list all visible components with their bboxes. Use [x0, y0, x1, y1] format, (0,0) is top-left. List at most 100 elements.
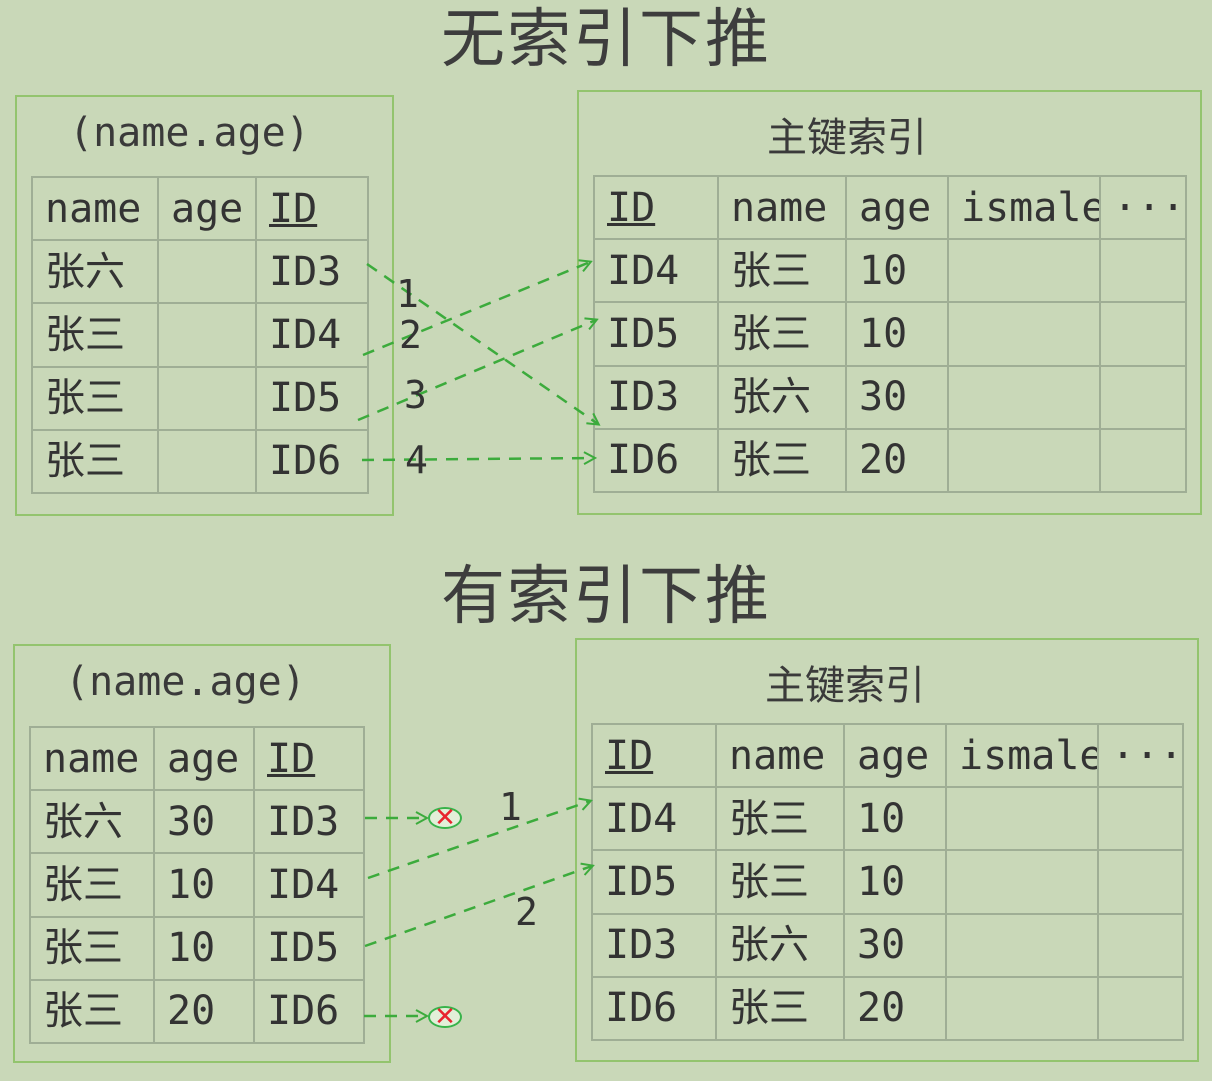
bottom-arrow-label-2: 2	[515, 890, 538, 934]
cell-more	[1099, 301, 1187, 367]
table-header-row: name age ID	[31, 175, 369, 242]
table-row: 张三 ID4	[31, 302, 369, 368]
rejected-crossed-circle-icon: ✕	[428, 803, 462, 833]
cell-age: 10	[845, 301, 949, 367]
column-header-name: name	[31, 175, 159, 242]
cell-ismale	[945, 786, 1099, 852]
bottom-primary-key-title: 主键索引	[765, 663, 925, 709]
table-row: 张六 30 ID3	[29, 789, 365, 855]
table-row: ID3 张六 30	[593, 364, 1187, 430]
table-row: 张三 20 ID6	[29, 978, 365, 1045]
cell-name: 张三	[717, 238, 847, 304]
cell-age: 30	[153, 789, 255, 855]
cell-more	[1099, 364, 1187, 430]
cell-age: 20	[843, 975, 947, 1042]
cell-age: 20	[153, 978, 255, 1045]
table-row: 张三 ID5	[31, 365, 369, 431]
bottom-arrow-label-1: 1	[499, 785, 522, 829]
cell-id: ID3	[593, 364, 719, 430]
cell-more	[1099, 238, 1187, 304]
column-header-age: age	[843, 722, 947, 789]
bottom-secondary-index-title: (name.age)	[65, 659, 306, 705]
cell-ismale	[945, 912, 1099, 978]
column-header-id: ID	[253, 725, 365, 792]
top-arrow-label-1: 1	[396, 272, 419, 316]
cell-age: 10	[845, 238, 949, 304]
column-header-age: age	[153, 725, 255, 792]
column-header-name: name	[715, 722, 845, 789]
column-header-age: age	[157, 175, 257, 242]
table-row: 张三 10 ID4	[29, 852, 365, 918]
table-row: ID6 张三 20	[593, 427, 1187, 494]
column-header-name: name	[29, 725, 155, 792]
cell-id: ID4	[591, 786, 717, 852]
cell-id: ID3	[253, 789, 365, 855]
cell-id: ID5	[255, 365, 369, 431]
table-header-row: name age ID	[29, 725, 365, 792]
top-arrow-id6-to-row4	[361, 458, 594, 460]
top-arrow-label-2: 2	[399, 313, 422, 357]
cell-id: ID4	[593, 238, 719, 304]
cell-age: 20	[845, 427, 949, 494]
column-header-id: ID	[593, 174, 719, 241]
column-header-more: ···	[1099, 174, 1187, 241]
bottom-arrow-id5-to-row2	[364, 866, 592, 948]
column-header-ismale: ismale	[945, 722, 1099, 789]
cell-more	[1099, 427, 1187, 494]
cell-ismale	[945, 975, 1099, 1042]
table-row: ID5 张三 10	[593, 301, 1187, 367]
cell-name: 张三	[31, 428, 159, 495]
cell-name: 张三	[715, 849, 845, 915]
cell-name: 张三	[31, 365, 159, 431]
cell-name: 张三	[29, 978, 155, 1045]
table-row: 张三 10 ID5	[29, 915, 365, 981]
column-header-ismale: ismale	[947, 174, 1101, 241]
table-row: 张六 ID3	[31, 239, 369, 305]
bottom-heading: 有索引下推	[441, 560, 771, 634]
cell-ismale	[947, 301, 1101, 367]
cell-age	[157, 239, 257, 305]
cell-name: 张三	[29, 852, 155, 918]
cell-name: 张三	[31, 302, 159, 368]
cell-age	[157, 302, 257, 368]
cell-name: 张六	[717, 364, 847, 430]
cell-name: 张六	[715, 912, 845, 978]
cell-age: 10	[843, 849, 947, 915]
column-header-id: ID	[255, 175, 369, 242]
column-header-age: age	[845, 174, 949, 241]
cell-more	[1097, 912, 1184, 978]
top-secondary-index-title: (name.age)	[69, 110, 310, 156]
cell-name: 张三	[715, 786, 845, 852]
cell-id: ID4	[255, 302, 369, 368]
table-header-row: ID name age ismale ···	[591, 722, 1184, 789]
cell-ismale	[947, 238, 1101, 304]
cell-age: 10	[153, 852, 255, 918]
cell-name: 张三	[717, 301, 847, 367]
column-header-name: name	[717, 174, 847, 241]
table-row: ID5 张三 10	[591, 849, 1184, 915]
table-header-row: ID name age ismale ···	[593, 174, 1187, 241]
top-primary-key-title: 主键索引	[767, 115, 927, 161]
top-secondary-index-table: name age ID 张六 ID3 张三 ID4 张三 ID5 张三 ID6	[31, 175, 369, 495]
table-row: ID4 张三 10	[593, 238, 1187, 304]
cell-name: 张三	[715, 975, 845, 1042]
cell-ismale	[947, 427, 1101, 494]
bottom-arrow-id4-to-row1	[367, 801, 590, 880]
cell-ismale	[945, 849, 1099, 915]
cell-id: ID6	[253, 978, 365, 1045]
bottom-primary-key-table: ID name age ismale ··· ID4 张三 10 ID5 张三 …	[591, 722, 1184, 1042]
cell-id: ID3	[255, 239, 369, 305]
cell-more	[1097, 849, 1184, 915]
column-header-id: ID	[591, 722, 717, 789]
cell-name: 张三	[717, 427, 847, 494]
cell-name: 张六	[29, 789, 155, 855]
cell-id: ID5	[253, 915, 365, 981]
cell-id: ID4	[253, 852, 365, 918]
cell-age: 10	[153, 915, 255, 981]
cell-more	[1097, 975, 1184, 1042]
top-arrow-label-4: 4	[405, 438, 428, 482]
table-row: ID4 张三 10	[591, 786, 1184, 852]
top-primary-key-table: ID name age ismale ··· ID4 张三 10 ID5 张三 …	[593, 174, 1187, 494]
cell-id: ID3	[591, 912, 717, 978]
column-header-more: ···	[1097, 722, 1184, 789]
